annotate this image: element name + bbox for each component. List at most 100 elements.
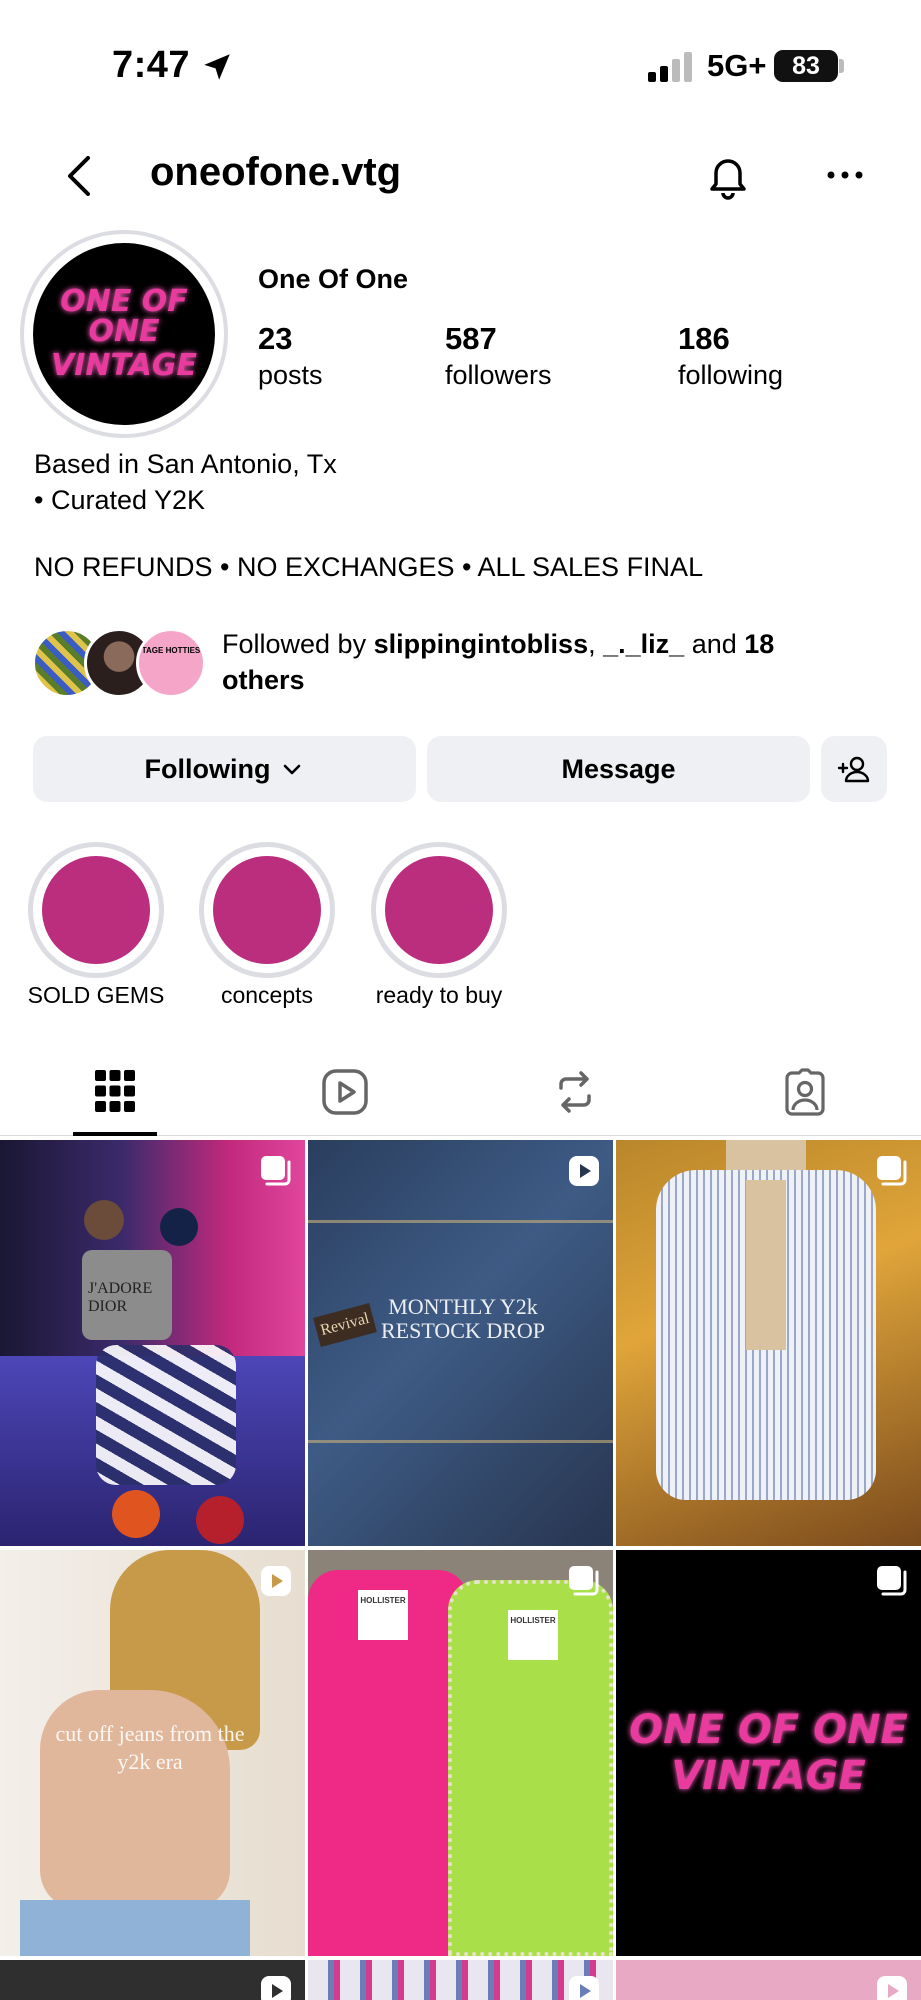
followed-by-prefix: Followed by — [222, 629, 367, 659]
signal-icon — [648, 52, 692, 82]
post-overlay-text: MONTHLY Y2k RESTOCK DROP — [380, 1294, 546, 1343]
following-button-label: Following — [144, 753, 271, 784]
followed-count: 18 — [744, 629, 775, 659]
back-arrow-icon[interactable] — [60, 152, 100, 200]
followed-user-2: _._liz_ — [603, 629, 685, 659]
carousel-icon — [261, 1156, 291, 1186]
followed-by-text[interactable]: Followed by slippingintobliss, _._liz_ a… — [222, 626, 862, 698]
post-logo: ONE OF ONE VINTAGE — [629, 1710, 908, 1796]
tagged-person-icon — [785, 1068, 825, 1116]
post-bowling-ball — [160, 1208, 198, 1246]
repost-icon — [559, 1071, 591, 1113]
post-brand-logo[interactable]: ONE OF ONE VINTAGE — [616, 1550, 921, 1956]
chevron-down-icon — [284, 764, 301, 775]
suggested-users-button[interactable] — [821, 736, 887, 802]
highlight-sold-gems[interactable]: SOLD GEMS — [28, 842, 164, 1008]
post-bowling-alley[interactable]: J'ADORE DIOR — [0, 1140, 305, 1546]
battery-level: 83 — [792, 51, 820, 80]
post-partial-3[interactable] — [616, 1960, 921, 2000]
stat-followers-label: followers — [445, 360, 552, 390]
stat-posts[interactable]: 23 posts — [258, 320, 323, 392]
post-partial-2[interactable] — [308, 1960, 613, 2000]
stat-posts-label: posts — [258, 360, 323, 390]
message-button-label: Message — [561, 753, 676, 784]
post-shirt-text: J'ADORE DIOR — [88, 1280, 153, 1315]
carousel-icon — [569, 1566, 599, 1596]
highlight-cover — [385, 856, 493, 964]
stat-followers[interactable]: 587 followers — [445, 320, 552, 392]
post-stitch-2 — [308, 1440, 613, 1443]
notification-bell-icon[interactable] — [702, 150, 754, 202]
logo-line2: VINTAGE — [51, 348, 197, 383]
avatar-logo: ONE OF ONE VINTAGE — [33, 243, 215, 425]
post-ball-orange — [112, 1490, 160, 1538]
reel-icon — [877, 1976, 907, 2000]
post-pants — [96, 1345, 236, 1485]
post-partial-1[interactable] — [0, 1960, 305, 2000]
battery-icon: 83 — [774, 50, 838, 82]
following-button[interactable]: Following — [33, 736, 416, 802]
add-person-icon — [837, 756, 870, 783]
post-tank-tops[interactable]: HOLLISTER HOLLISTER — [308, 1550, 613, 1956]
followed-user-1: slippingintobliss — [373, 629, 589, 659]
highlight-ring — [28, 842, 164, 978]
followed-by-and: and — [691, 629, 737, 659]
post-striped-vest[interactable] — [616, 1140, 921, 1546]
followed-by-suffix: others — [222, 665, 305, 695]
post-mannequin-chest — [746, 1180, 786, 1350]
post-overlay-text: cut off jeans from the y2k era — [55, 1721, 245, 1774]
post-tag-2: HOLLISTER — [508, 1610, 558, 1660]
profile-username: oneofone.vtg — [150, 150, 402, 194]
profile-avatar[interactable]: ONE OF ONE VINTAGE — [20, 230, 228, 438]
post-cut-off-jeans[interactable]: cut off jeans from the y2k era — [0, 1550, 305, 1956]
highlight-label: ready to buy — [375, 982, 503, 1008]
stat-followers-value: 587 — [445, 321, 497, 356]
tab-posts-grid[interactable] — [0, 1060, 230, 1136]
logo-line1: ONE OF ONE — [60, 284, 188, 349]
followed-by-sep: , — [588, 629, 596, 659]
bio-line-1: Based in San Antonio, Tx — [34, 449, 337, 479]
highlight-cover — [213, 856, 321, 964]
stat-following-value: 186 — [678, 321, 730, 356]
reel-icon — [569, 1156, 599, 1186]
reel-icon — [261, 1566, 291, 1596]
status-bar: 7:47 5G+ 83 — [0, 0, 921, 140]
tab-reels[interactable] — [230, 1060, 460, 1136]
highlight-concepts[interactable]: concepts — [199, 842, 335, 1008]
reel-icon — [569, 1976, 599, 2000]
post-stitch-1 — [308, 1220, 613, 1223]
stat-following[interactable]: 186 following — [678, 320, 783, 392]
location-arrow-icon — [204, 54, 230, 80]
stat-posts-value: 23 — [258, 321, 293, 356]
post-denim-restock[interactable]: Revival MONTHLY Y2k RESTOCK DROP — [308, 1140, 613, 1546]
post-logo-line1: ONE OF ONE — [629, 1707, 908, 1753]
post-logo-line2: VINTAGE — [671, 1753, 866, 1799]
carousel-icon — [877, 1566, 907, 1596]
status-time: 7:47 — [112, 44, 191, 86]
profile-tabs — [0, 1060, 921, 1136]
post-denim-shorts — [20, 1900, 250, 1956]
grid-icon — [95, 1070, 135, 1112]
post-tag-1: HOLLISTER — [358, 1590, 408, 1640]
post-shirt: J'ADORE DIOR — [82, 1250, 172, 1340]
brand-logo: ONE OF ONE VINTAGE — [33, 287, 215, 381]
highlight-ready-to-buy[interactable]: ready to buy — [371, 842, 507, 1008]
battery-cap — [839, 59, 844, 73]
stat-following-label: following — [678, 360, 784, 390]
mutual-avatar-3: TAGE HOTTIES — [136, 628, 206, 698]
reel-icon — [261, 1976, 291, 2000]
tab-reposts[interactable] — [460, 1060, 690, 1136]
tab-tagged[interactable] — [690, 1060, 920, 1136]
post-person-head — [84, 1200, 124, 1240]
highlight-ring — [199, 842, 335, 978]
display-name: One Of One — [258, 264, 409, 294]
mutual-avatar-3-text: TAGE HOTTIES — [141, 646, 201, 655]
carousel-icon — [877, 1156, 907, 1186]
bio: Based in San Antonio, Tx • Curated Y2K — [34, 446, 337, 518]
post-ball-red — [196, 1496, 244, 1544]
highlight-cover — [42, 856, 150, 964]
network-type: 5G+ — [707, 48, 767, 83]
mutual-followers-avatars[interactable]: TAGE HOTTIES — [32, 628, 212, 700]
message-button[interactable]: Message — [427, 736, 810, 802]
more-options-icon[interactable] — [820, 160, 870, 190]
